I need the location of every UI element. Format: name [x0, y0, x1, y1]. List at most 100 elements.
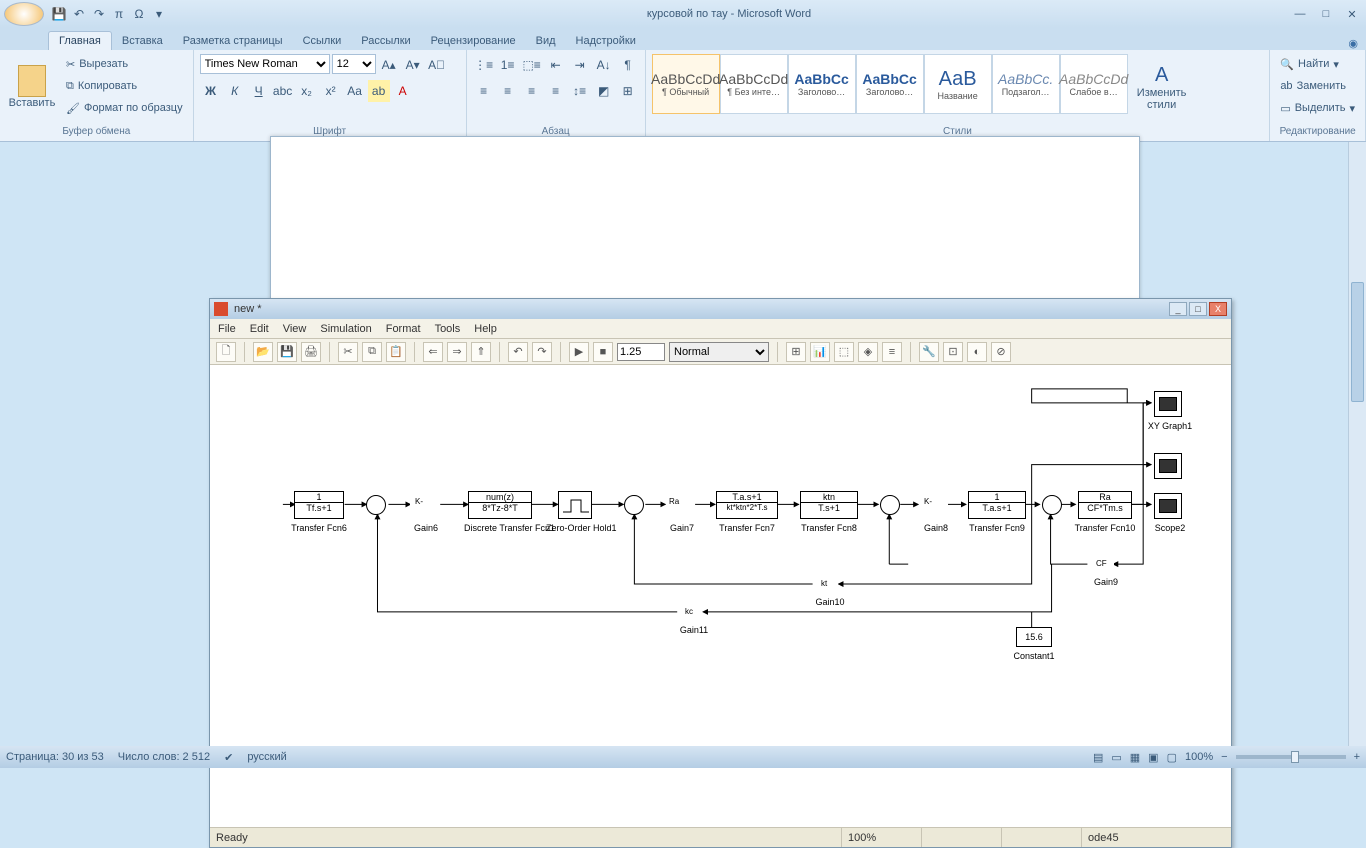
italic-button[interactable]: К — [224, 80, 246, 102]
cut-button[interactable]: ✂ — [338, 342, 358, 362]
redo-button[interactable]: ↷ — [532, 342, 552, 362]
save-button[interactable]: 💾 — [277, 342, 297, 362]
style-no-spacing[interactable]: AaBbCcDd¶ Без инте… — [720, 54, 788, 114]
undo-button[interactable]: ↶ — [508, 342, 528, 362]
tb-icon-2[interactable]: 📊 — [810, 342, 830, 362]
qat-more-icon[interactable]: ▾ — [150, 5, 168, 23]
menu-file[interactable]: File — [218, 323, 236, 335]
stop-time-input[interactable] — [617, 343, 665, 361]
up-button[interactable]: ⇑ — [471, 342, 491, 362]
tb-icon-7[interactable]: ⊘ — [991, 342, 1011, 362]
simulink-titlebar[interactable]: new * _ □ X — [210, 299, 1231, 319]
block-sum3[interactable] — [880, 495, 900, 515]
indent-button[interactable]: ⇥ — [569, 54, 591, 76]
block-transfer-fcn10[interactable]: Ra CF*Tm.s — [1078, 491, 1132, 519]
print-button[interactable]: 🖨 — [301, 342, 321, 362]
block-scope-mid[interactable] — [1154, 453, 1182, 479]
block-transfer-fcn9[interactable]: 1 T.a.s+1 — [968, 491, 1026, 519]
numbering-button[interactable]: 1≡ — [497, 54, 519, 76]
find-button[interactable]: 🔍Найти ▾ — [1276, 54, 1359, 74]
block-transfer-fcn6[interactable]: 1 Tf.s+1 — [294, 491, 344, 519]
strike-button[interactable]: abc — [272, 80, 294, 102]
style-normal[interactable]: AaBbCcDd¶ Обычный — [652, 54, 720, 114]
block-transfer-fcn8[interactable]: ktn T.s+1 — [800, 491, 858, 519]
show-marks-button[interactable]: ¶ — [617, 54, 639, 76]
tab-insert[interactable]: Вставка — [112, 32, 173, 50]
status-language[interactable]: русский — [247, 751, 286, 763]
minimize-icon[interactable]: — — [1290, 8, 1310, 21]
align-center-button[interactable]: ≡ — [497, 80, 519, 102]
tb-icon-3[interactable]: ⬚ — [834, 342, 854, 362]
view-print-icon[interactable]: ▤ — [1093, 751, 1103, 764]
change-styles-button[interactable]: A Изменить стили — [1132, 54, 1192, 120]
menu-help[interactable]: Help — [474, 323, 497, 335]
zoom-out-button[interactable]: − — [1221, 751, 1227, 763]
vertical-scrollbar[interactable] — [1348, 142, 1366, 746]
tab-mailings[interactable]: Рассылки — [351, 32, 420, 50]
sort-button[interactable]: A↓ — [593, 54, 615, 76]
select-button[interactable]: ▭Выделить ▾ — [1276, 98, 1359, 118]
view-outline-icon[interactable]: ▣ — [1148, 751, 1158, 764]
sim-mode-select[interactable]: Normal — [669, 342, 769, 362]
back-button[interactable]: ⇐ — [423, 342, 443, 362]
office-button[interactable] — [4, 2, 44, 26]
stop-button[interactable]: ■ — [593, 342, 613, 362]
spellcheck-icon[interactable]: ✔ — [224, 751, 233, 764]
model-explorer-button[interactable]: ⊡ — [943, 342, 963, 362]
copy-button[interactable]: ⧉Копировать — [62, 76, 187, 96]
superscript-button[interactable]: x² — [320, 80, 342, 102]
block-zoh1[interactable] — [558, 491, 592, 519]
shrink-font-button[interactable]: A▾ — [402, 54, 424, 76]
style-heading1[interactable]: AaBbCcЗаголово… — [788, 54, 856, 114]
paste-button[interactable]: Вставить — [6, 54, 58, 120]
align-left-button[interactable]: ≡ — [473, 80, 495, 102]
qat-undo-icon[interactable]: ↶ — [70, 5, 88, 23]
clear-format-button[interactable]: A⃠ — [426, 54, 448, 76]
block-constant1[interactable]: 15.6 — [1016, 627, 1052, 647]
cut-button[interactable]: ✂Вырезать — [62, 54, 187, 74]
play-button[interactable]: ▶ — [569, 342, 589, 362]
bullets-button[interactable]: ⋮≡ — [473, 54, 495, 76]
block-discrete-tf1[interactable]: num(z) 8*Tz-8*T — [468, 491, 532, 519]
tb-icon-5[interactable]: ≡ — [882, 342, 902, 362]
replace-button[interactable]: abЗаменить — [1276, 76, 1359, 96]
copy-button[interactable]: ⧉ — [362, 342, 382, 362]
qat-redo-icon[interactable]: ↷ — [90, 5, 108, 23]
zoom-value[interactable]: 100% — [1185, 751, 1213, 763]
qat-save-icon[interactable]: 💾 — [50, 5, 68, 23]
line-spacing-button[interactable]: ↕≡ — [569, 80, 591, 102]
library-browser-button[interactable]: 🔧 — [919, 342, 939, 362]
tab-home[interactable]: Главная — [48, 31, 112, 50]
align-right-button[interactable]: ≡ — [521, 80, 543, 102]
tab-review[interactable]: Рецензирование — [421, 32, 526, 50]
dedent-button[interactable]: ⇤ — [545, 54, 567, 76]
tab-view[interactable]: Вид — [526, 32, 566, 50]
tb-icon-4[interactable]: ◈ — [858, 342, 878, 362]
sim-close-icon[interactable]: X — [1209, 302, 1227, 316]
paste-button[interactable]: 📋 — [386, 342, 406, 362]
grow-font-button[interactable]: A▴ — [378, 54, 400, 76]
block-xy-graph[interactable] — [1154, 391, 1182, 417]
view-draft-icon[interactable]: ▢ — [1167, 751, 1177, 764]
open-button[interactable]: 📂 — [253, 342, 273, 362]
format-painter-button[interactable]: 🖌Формат по образцу — [62, 98, 187, 118]
block-transfer-fcn7[interactable]: T.a.s+1 kt*ktn*2*T.s — [716, 491, 778, 519]
tab-references[interactable]: Ссылки — [293, 32, 352, 50]
block-sum2[interactable] — [624, 495, 644, 515]
block-sum4[interactable] — [1042, 495, 1062, 515]
change-case-button[interactable]: Aa — [344, 80, 366, 102]
menu-simulation[interactable]: Simulation — [320, 323, 371, 335]
multilevel-button[interactable]: ⬚≡ — [521, 54, 543, 76]
view-read-icon[interactable]: ▭ — [1111, 751, 1121, 764]
zoom-in-button[interactable]: + — [1354, 751, 1360, 763]
menu-format[interactable]: Format — [386, 323, 421, 335]
tb-icon-1[interactable]: ⊞ — [786, 342, 806, 362]
tab-addins[interactable]: Надстройки — [566, 32, 646, 50]
menu-tools[interactable]: Tools — [435, 323, 461, 335]
qat-pi-icon[interactable]: π — [110, 5, 128, 23]
zoom-slider[interactable] — [1236, 755, 1346, 759]
scrollbar-thumb[interactable] — [1351, 282, 1364, 402]
sim-maximize-icon[interactable]: □ — [1189, 302, 1207, 316]
style-heading2[interactable]: AaBbCcЗаголово… — [856, 54, 924, 114]
block-scope2[interactable] — [1154, 493, 1182, 519]
